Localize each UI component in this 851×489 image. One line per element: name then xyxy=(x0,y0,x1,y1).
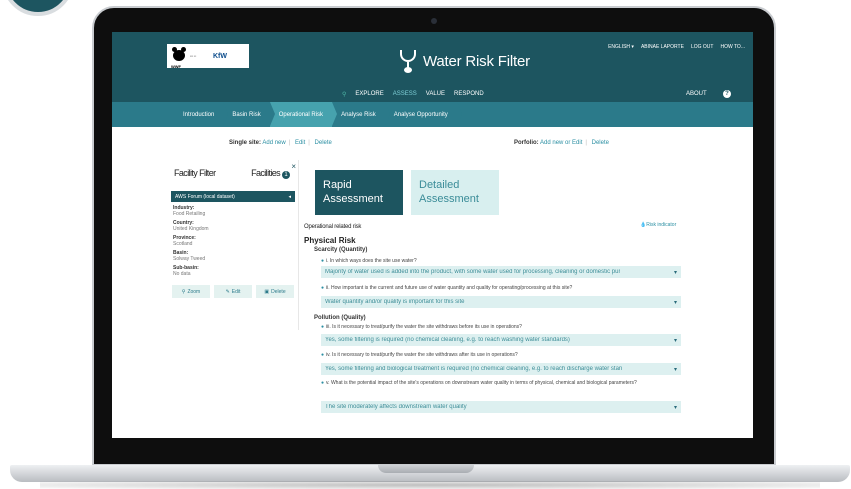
pollution-heading: Pollution (Quality) xyxy=(314,315,366,321)
chevron-down-icon: ▾ xyxy=(673,337,677,344)
delete-button[interactable]: ▣ Delete xyxy=(256,285,294,298)
nav-respond[interactable]: RESPOND xyxy=(454,91,484,98)
user-name[interactable]: ABINAE LAPORTE xyxy=(641,44,684,50)
nav-about[interactable]: ABOUT xyxy=(686,91,707,97)
water-drop-icon: ● xyxy=(321,380,325,386)
how-to-link[interactable]: HOW TO... xyxy=(720,44,745,50)
water-drop-icon: ● xyxy=(321,324,325,330)
wwf-logo-icon: WWF xyxy=(171,47,187,69)
laptop-shadow xyxy=(40,481,820,489)
chevron-down-icon: ▾ xyxy=(673,269,677,276)
answer-5-select[interactable]: The site moderately affects downstream w… xyxy=(321,401,681,413)
facility-actions: ⚲ Zoom ✎ Edit ▣ Delete xyxy=(168,283,298,300)
assessment-type-tabs: Rapid Assessment Detailed Assessment xyxy=(315,170,499,215)
edit-button[interactable]: ✎ Edit xyxy=(214,285,252,298)
nav-assess[interactable]: ASSESS xyxy=(393,91,417,98)
field-industry: Industry: Food Retailing xyxy=(173,205,206,217)
brand[interactable]: Water Risk Filter xyxy=(397,48,530,74)
question-4: ● iv. Is it necessary to treat/purify the… xyxy=(321,352,518,358)
search-icon[interactable]: ⚲ xyxy=(342,91,346,98)
question-1: ● i. In which ways does the site use wate… xyxy=(321,258,417,264)
portfolio-controls: Porfolio: Add new or Edit | Delete xyxy=(514,140,609,146)
field-province: Province: Scotland xyxy=(173,235,196,247)
tab-rapid-assessment[interactable]: Rapid Assessment xyxy=(315,170,403,215)
physical-risk-heading: Physical Risk xyxy=(304,236,356,245)
water-filter-icon xyxy=(397,48,419,74)
camera-icon xyxy=(431,18,437,24)
top-header: WWF ▪▪▪ ▪▪ KfW ENGLISH ▾ ABINAE LAPORTE … xyxy=(112,32,753,102)
section-label: Operational related risk xyxy=(304,224,362,230)
water-drop-icon: ● xyxy=(321,352,325,358)
step-analyse-opportunity[interactable]: Analyse Opportunity xyxy=(385,102,462,127)
risk-indicator-link[interactable]: 💧Risk indicator xyxy=(640,222,676,228)
edit-icon: ✎ xyxy=(225,288,230,295)
corner-badge xyxy=(2,0,74,16)
answer-3-select[interactable]: Yes, some filtering is required (no chem… xyxy=(321,334,681,346)
step-operational-risk[interactable]: Operational Risk xyxy=(269,102,338,127)
partner-logos: WWF ▪▪▪ ▪▪ KfW xyxy=(167,44,249,69)
help-icon[interactable]: ? xyxy=(723,90,731,98)
main-nav: ⚲ EXPLORE ASSESS VALUE RESPOND xyxy=(342,91,484,98)
question-2: ● ii. How important is the current and fu… xyxy=(321,285,573,291)
logo-divider-text: ▪▪▪ ▪▪ xyxy=(190,54,197,58)
portfolio-add-link[interactable]: Add new or Edit xyxy=(540,140,582,146)
chevron-down-icon: ▾ xyxy=(673,299,677,306)
laptop-notch xyxy=(378,465,474,473)
sidebar-tabs: Facility Filter Facilities 1 xyxy=(168,160,298,179)
laptop-screen: WWF ▪▪▪ ▪▪ KfW ENGLISH ▾ ABINAE LAPORTE … xyxy=(112,32,753,438)
kfw-logo: KfW xyxy=(213,52,227,60)
single-site-label: Single site: xyxy=(229,140,262,146)
field-country: Country: United Kingdom xyxy=(173,220,209,232)
facilities-count-badge: 1 xyxy=(282,171,290,179)
language-select[interactable]: ENGLISH ▾ xyxy=(608,44,634,50)
assessment-steps: Introduction Basin Risk Operational Risk… xyxy=(112,102,753,127)
step-basin-risk[interactable]: Basin Risk xyxy=(223,102,276,127)
chevron-left-icon: ◂ xyxy=(288,193,291,200)
zoom-icon: ⚲ xyxy=(181,288,186,295)
question-3: ● iii. Is it necessary to treat/purify th… xyxy=(321,324,522,330)
portfolio-label: Porfolio: xyxy=(514,140,539,146)
close-icon[interactable]: × xyxy=(291,162,296,171)
tab-facility-filter[interactable]: Facility Filter xyxy=(174,168,216,179)
single-add-link[interactable]: Add new xyxy=(262,140,285,146)
answer-2-select[interactable]: Water quantity and/or quality is importa… xyxy=(321,296,681,308)
facility-details: Industry: Food Retailing Country: United K… xyxy=(168,202,298,283)
utility-nav: ENGLISH ▾ ABINAE LAPORTE LOG OUT HOW TO.… xyxy=(608,44,745,50)
portfolio-delete-link[interactable]: Delete xyxy=(592,140,609,146)
facility-sidebar: × Facility Filter Facilities 1 AWS Forum… xyxy=(168,160,299,330)
step-analyse-risk[interactable]: Analyse Risk xyxy=(332,102,390,127)
chevron-down-icon: ▾ xyxy=(673,404,677,411)
field-basin: Basin: Solway Tweed xyxy=(173,250,206,262)
answer-4-select[interactable]: Yes, some filtering and biological treat… xyxy=(321,363,681,375)
water-drop-icon: ● xyxy=(321,285,325,291)
tab-facilities[interactable]: Facilities 1 xyxy=(251,168,290,179)
single-edit-link[interactable]: Edit xyxy=(295,140,305,146)
tab-detailed-assessment[interactable]: Detailed Assessment xyxy=(411,170,499,215)
chevron-down-icon: ▾ xyxy=(673,366,677,373)
field-sub-basin: Sub-basin: No data xyxy=(173,265,199,277)
nav-explore[interactable]: EXPLORE xyxy=(355,91,383,98)
single-delete-link[interactable]: Delete xyxy=(315,140,332,146)
answer-1-select[interactable]: Majority of water used is added into the… xyxy=(321,266,681,278)
water-drop-icon: ● xyxy=(321,258,325,264)
question-5: ● v. What is the potential impact of the … xyxy=(321,380,637,386)
product-photo: WWF ▪▪▪ ▪▪ KfW ENGLISH ▾ ABINAE LAPORTE … xyxy=(0,0,851,489)
logout-link[interactable]: LOG OUT xyxy=(691,44,714,50)
dataset-selector[interactable]: AWS Forum (local dataset) ◂ xyxy=(171,191,295,202)
step-introduction[interactable]: Introduction xyxy=(174,102,229,127)
trash-icon: ▣ xyxy=(264,288,270,295)
single-site-controls: Single site: Add new | Edit | Delete xyxy=(229,140,332,146)
app-title: Water Risk Filter xyxy=(423,52,530,70)
nav-value[interactable]: VALUE xyxy=(426,91,445,98)
scarcity-heading: Scarcity (Quantity) xyxy=(314,247,368,253)
zoom-button[interactable]: ⚲ Zoom xyxy=(172,285,210,298)
